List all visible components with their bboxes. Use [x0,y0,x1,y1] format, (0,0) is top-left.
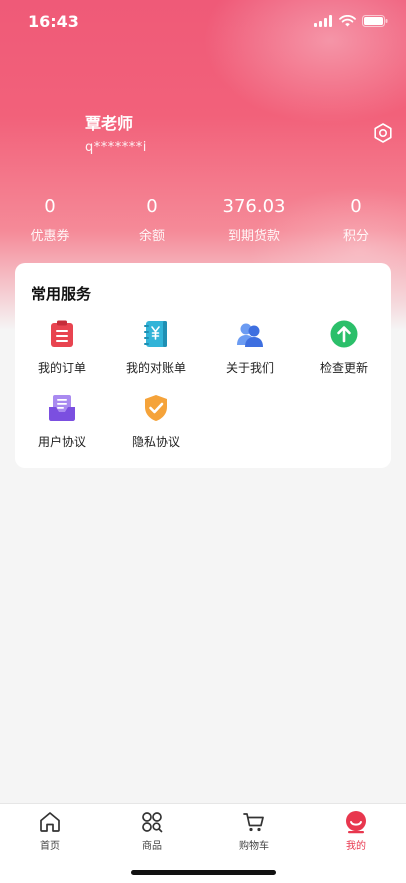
service-label: 隐私协议 [131,435,180,449]
tab-label: 首页 [40,841,60,852]
tab-cart[interactable]: 购物车 [224,810,284,852]
service-user-agreement[interactable]: 用户协议 [15,393,109,450]
status-time: 16:43 [28,12,79,31]
profile-icon [346,811,366,834]
battery-icon [362,15,388,27]
stat-label: 到期货款 [227,229,280,244]
common-services-card: 常用服务 我的订单 我的对账单 关于我们 检查更新 用户协议 隐私协议 [15,263,391,468]
stat-due-payment[interactable]: 376.03 到期货款 [209,195,299,244]
home-indicator [131,870,276,875]
signal-icon [314,15,332,27]
stat-points[interactable]: 0 积分 [311,195,401,244]
service-check-update[interactable]: 检查更新 [297,319,391,376]
shield-check-icon [145,395,167,421]
clipboard-icon [51,320,73,347]
users-icon [237,323,263,347]
service-about-us[interactable]: 关于我们 [203,319,297,376]
service-label: 我的对账单 [125,361,186,375]
cart-icon [243,813,264,832]
stat-value: 0 [350,196,362,217]
service-my-orders[interactable]: 我的订单 [15,319,109,376]
stat-balance[interactable]: 0 余额 [107,195,197,244]
stat-value: 376.03 [222,196,286,217]
tab-home[interactable]: 首页 [20,810,80,852]
stat-value: 0 [44,196,56,217]
stat-label: 积分 [342,229,369,244]
service-privacy-agreement[interactable]: 隐私协议 [109,393,203,450]
service-label: 我的订单 [37,361,86,375]
tab-products[interactable]: 商品 [122,810,182,852]
arrow-up-circle-icon [330,320,358,348]
tab-label: 商品 [142,841,162,852]
account-stats: 0 优惠券 0 余额 376.03 到期货款 0 积分 [0,195,406,250]
stat-label: 余额 [138,229,165,244]
tab-mine[interactable]: 我的 [326,810,386,852]
status-bar: 16:43 [0,0,406,46]
settings-gear-icon[interactable] [372,122,394,144]
service-label: 用户协议 [37,435,86,449]
service-label: 关于我们 [225,361,274,375]
service-label: 检查更新 [319,361,368,375]
inbox-document-icon [49,395,75,421]
wifi-icon [339,15,356,27]
tab-label: 购物车 [239,841,269,852]
profile-name: 覃老师 [85,114,134,133]
service-my-statement[interactable]: 我的对账单 [109,319,203,376]
home-icon [40,812,60,832]
services-title: 常用服务 [31,285,92,303]
stat-coupons[interactable]: 0 优惠券 [5,195,95,244]
grid-icon [142,812,163,833]
profile-account: q*******i [85,140,147,155]
stat-value: 0 [146,196,158,217]
status-icons [314,15,388,27]
stat-label: 优惠券 [30,229,70,244]
ledger-icon [144,321,167,347]
tab-label: 我的 [346,841,366,852]
